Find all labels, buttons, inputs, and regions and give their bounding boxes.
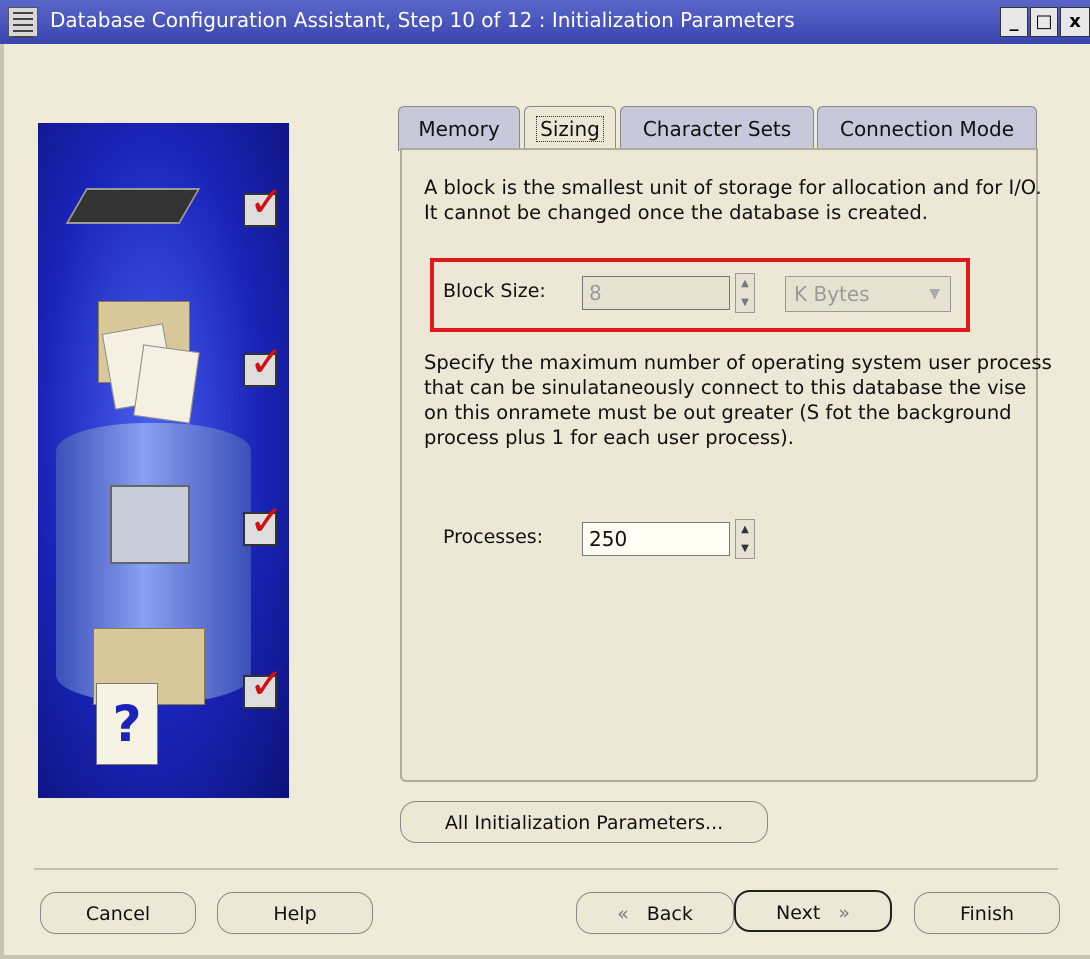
question-document-icon: ? — [96, 683, 158, 765]
tab-sizing[interactable]: Sizing — [524, 106, 616, 153]
processes-label: Processes: — [443, 526, 544, 548]
next-button[interactable]: Next» — [734, 890, 892, 932]
tab-memory[interactable]: Memory — [398, 106, 520, 151]
memory-chip-icon — [65, 188, 201, 224]
finish-button[interactable]: Finish — [914, 892, 1060, 934]
chevron-down-icon: ▼ — [929, 286, 940, 302]
step-check-icon: ✓ — [243, 500, 284, 546]
minimize-button[interactable]: _ — [1000, 7, 1028, 37]
block-size-input[interactable]: 8 — [582, 276, 730, 310]
step-check-icon: ✓ — [243, 663, 284, 709]
title-bar: Database Configuration Assistant, Step 1… — [0, 0, 1090, 44]
help-button[interactable]: Help — [217, 892, 373, 934]
tab-connection-mode[interactable]: Connection Mode — [817, 106, 1037, 151]
block-size-unit-select[interactable]: K Bytes ▼ — [785, 276, 951, 312]
block-size-spinner[interactable]: ▲ ▼ — [735, 273, 755, 313]
block-size-label: Block Size: — [443, 280, 546, 302]
step-check-icon: ✓ — [243, 181, 284, 227]
window-title: Database Configuration Assistant, Step 1… — [50, 8, 795, 32]
processes-spinner[interactable]: ▲ ▼ — [735, 519, 755, 559]
separator — [34, 868, 1058, 870]
next-arrow-icon: » — [838, 902, 850, 924]
back-arrow-icon: « — [617, 903, 629, 925]
cancel-button[interactable]: Cancel — [40, 892, 196, 934]
window-menu-icon[interactable] — [8, 7, 38, 38]
back-button[interactable]: «Back — [576, 892, 734, 934]
block-size-description: A block is the smallest unit of storage … — [424, 176, 1042, 224]
close-button[interactable]: x — [1060, 7, 1090, 37]
shapes-icon — [110, 485, 190, 564]
all-initialization-parameters-button[interactable]: All Initialization Parameters... — [400, 801, 768, 843]
document-icon — [133, 344, 200, 424]
tab-character-sets[interactable]: Character Sets — [620, 106, 814, 151]
sizing-panel — [400, 148, 1038, 782]
processes-description: Specify the maximum number of operating … — [424, 351, 1052, 449]
maximize-button[interactable]: □ — [1030, 7, 1058, 37]
processes-input[interactable]: 250 — [582, 522, 730, 556]
step-check-icon: ✓ — [243, 341, 284, 387]
